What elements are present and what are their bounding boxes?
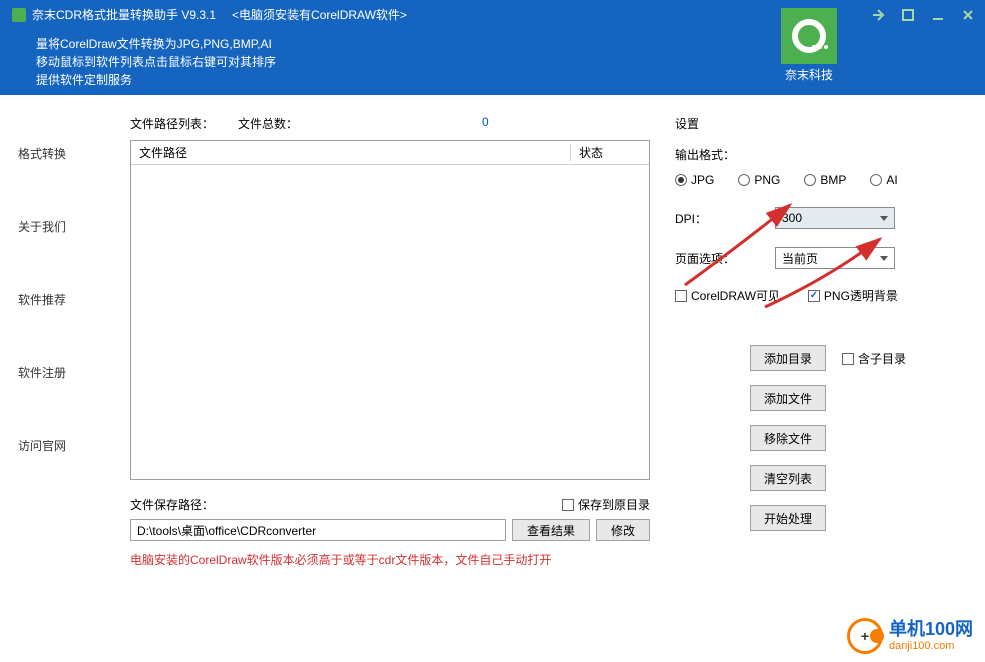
save-label: 文件保存路径： bbox=[130, 496, 214, 513]
save-origin-checkbox[interactable]: 保存到原目录 bbox=[562, 496, 650, 513]
close-icon[interactable] bbox=[959, 6, 977, 24]
action-buttons: 添加目录 添加文件 移除文件 清空列表 开始处理 bbox=[750, 345, 826, 531]
add-file-button[interactable]: 添加文件 bbox=[750, 385, 826, 411]
pin-icon[interactable] bbox=[869, 6, 887, 24]
minimize-icon[interactable] bbox=[929, 6, 947, 24]
restore-icon[interactable] bbox=[899, 6, 917, 24]
th-status[interactable]: 状态 bbox=[571, 144, 649, 161]
view-result-button[interactable]: 查看结果 bbox=[512, 519, 590, 541]
warning-text: 电脑安装的CorelDraw软件版本必须高于或等于cdr文件版本，文件自己手动打… bbox=[130, 551, 973, 568]
sidebar-item-about[interactable]: 关于我们 bbox=[0, 208, 130, 245]
subdir-checkbox[interactable]: 含子目录 bbox=[842, 350, 906, 367]
radio-jpg[interactable]: JPG bbox=[675, 173, 714, 187]
sidebar-item-recommend[interactable]: 软件推荐 bbox=[0, 281, 130, 318]
clear-list-button[interactable]: 清空列表 bbox=[750, 465, 826, 491]
count-value: 0 bbox=[482, 115, 489, 132]
page-select[interactable]: 当前页 bbox=[775, 247, 895, 269]
radio-bmp[interactable]: BMP bbox=[804, 173, 846, 187]
brand-logo: 奈末科技 bbox=[781, 8, 837, 83]
sidebar-item-website[interactable]: 访问官网 bbox=[0, 427, 130, 464]
app-subtitle: <电脑须安装有CorelDRAW软件> bbox=[232, 6, 407, 23]
sidebar-item-convert[interactable]: 格式转换 bbox=[0, 135, 130, 172]
app-icon bbox=[12, 8, 26, 22]
page-label: 页面选项： bbox=[675, 250, 735, 267]
modify-button[interactable]: 修改 bbox=[596, 519, 650, 541]
visible-checkbox[interactable]: CorelDRAW可见 bbox=[675, 287, 780, 304]
watermark: + 单机100网 danji100.com bbox=[847, 618, 973, 654]
file-table[interactable]: 文件路径 状态 bbox=[130, 140, 650, 480]
radio-ai[interactable]: AI bbox=[870, 173, 897, 187]
dpi-select[interactable]: 300 bbox=[775, 207, 895, 229]
app-title: 奈末CDR格式批量转换助手 V9.3.1 bbox=[32, 6, 216, 23]
th-path[interactable]: 文件路径 bbox=[131, 144, 571, 161]
window-controls bbox=[869, 6, 977, 24]
radio-png[interactable]: PNG bbox=[738, 173, 780, 187]
watermark-icon: + bbox=[847, 618, 883, 654]
sidebar-item-register[interactable]: 软件注册 bbox=[0, 354, 130, 391]
png-alpha-checkbox[interactable]: PNG透明背景 bbox=[808, 287, 898, 304]
format-label: 输出格式： bbox=[675, 146, 975, 163]
app-header: 奈末CDR格式批量转换助手 V9.3.1 <电脑须安装有CorelDRAW软件>… bbox=[0, 0, 985, 95]
remove-file-button[interactable]: 移除文件 bbox=[750, 425, 826, 451]
save-path-input[interactable] bbox=[130, 519, 506, 541]
settings-title: 设置 bbox=[675, 115, 975, 132]
list-label: 文件路径列表： bbox=[130, 115, 214, 132]
start-button[interactable]: 开始处理 bbox=[750, 505, 826, 531]
add-dir-button[interactable]: 添加目录 bbox=[750, 345, 826, 371]
settings-panel: 设置 输出格式： JPG PNG BMP AI DPI： 300 页面选项： 当… bbox=[675, 115, 975, 324]
count-label: 文件总数： bbox=[238, 115, 298, 132]
dpi-label: DPI： bbox=[675, 210, 735, 227]
sidebar: 格式转换 关于我们 软件推荐 软件注册 访问官网 bbox=[0, 95, 130, 662]
